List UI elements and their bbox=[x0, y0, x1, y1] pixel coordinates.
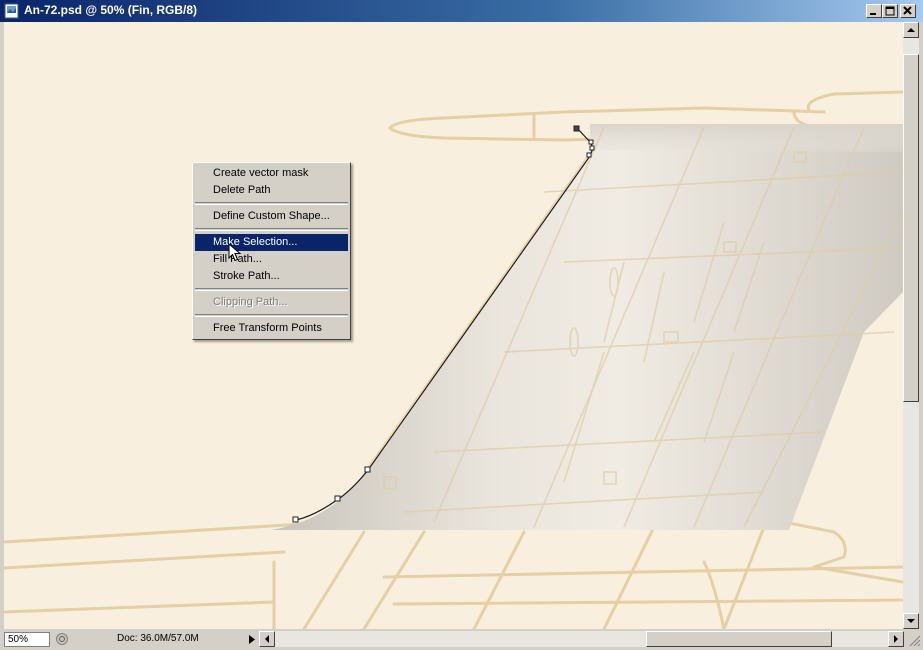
menu-item-create-vector-mask[interactable]: Create vector mask bbox=[195, 165, 348, 182]
title-bar[interactable]: An-72.psd @ 50% (Fin, RGB/8) bbox=[0, 0, 923, 22]
menu-item-define-custom-shape[interactable]: Define Custom Shape... bbox=[195, 208, 348, 225]
menu-item-free-transform-points[interactable]: Free Transform Points bbox=[195, 320, 348, 337]
menu-separator bbox=[195, 288, 348, 291]
document-canvas[interactable] bbox=[4, 22, 903, 629]
arrow-up-icon bbox=[907, 28, 915, 32]
maximize-icon bbox=[885, 6, 895, 16]
path-context-menu: Create vector mask Delete Path Define Cu… bbox=[192, 162, 351, 340]
menu-item-stroke-path[interactable]: Stroke Path... bbox=[195, 268, 348, 285]
scroll-up-button[interactable] bbox=[903, 22, 919, 38]
scroll-right-button[interactable] bbox=[888, 631, 904, 647]
vertical-scrollbar[interactable] bbox=[903, 22, 919, 629]
menu-separator bbox=[195, 314, 348, 317]
blueprint-artwork bbox=[4, 90, 903, 629]
scroll-left-button[interactable] bbox=[259, 631, 275, 647]
horizontal-scrollbar[interactable] bbox=[259, 631, 904, 647]
vertical-scroll-thumb[interactable] bbox=[903, 54, 919, 402]
resize-grip-icon[interactable] bbox=[907, 633, 921, 647]
menu-item-fill-path[interactable]: Fill Path... bbox=[195, 251, 348, 268]
menu-separator bbox=[195, 228, 348, 231]
zoom-icon[interactable] bbox=[55, 632, 69, 646]
status-menu-arrow-icon[interactable] bbox=[246, 632, 258, 647]
minimize-icon bbox=[870, 13, 876, 15]
scroll-down-button[interactable] bbox=[903, 613, 919, 629]
maximize-button[interactable] bbox=[882, 4, 898, 18]
menu-item-make-selection[interactable]: Make Selection... bbox=[195, 234, 348, 251]
status-bar: 50% Doc: 36.0M/57.0M bbox=[0, 629, 923, 650]
menu-item-clipping-path: Clipping Path... bbox=[213, 296, 288, 308]
photoshop-doc-icon[interactable] bbox=[4, 3, 20, 19]
menu-separator bbox=[195, 202, 348, 205]
zoom-level-field[interactable]: 50% bbox=[4, 632, 50, 647]
minimize-button[interactable] bbox=[866, 4, 882, 18]
document-size-info: Doc: 36.0M/57.0M bbox=[117, 633, 199, 644]
arrow-down-icon bbox=[907, 619, 915, 623]
horizontal-scroll-thumb[interactable] bbox=[646, 631, 832, 647]
window-title: An-72.psd @ 50% (Fin, RGB/8) bbox=[24, 3, 198, 17]
menu-item-delete-path[interactable]: Delete Path bbox=[195, 182, 348, 199]
mouse-pointer-icon bbox=[228, 243, 242, 262]
arrow-left-icon bbox=[265, 635, 269, 643]
close-button[interactable] bbox=[900, 4, 916, 18]
close-icon bbox=[903, 6, 912, 15]
arrow-right-icon bbox=[894, 635, 898, 643]
